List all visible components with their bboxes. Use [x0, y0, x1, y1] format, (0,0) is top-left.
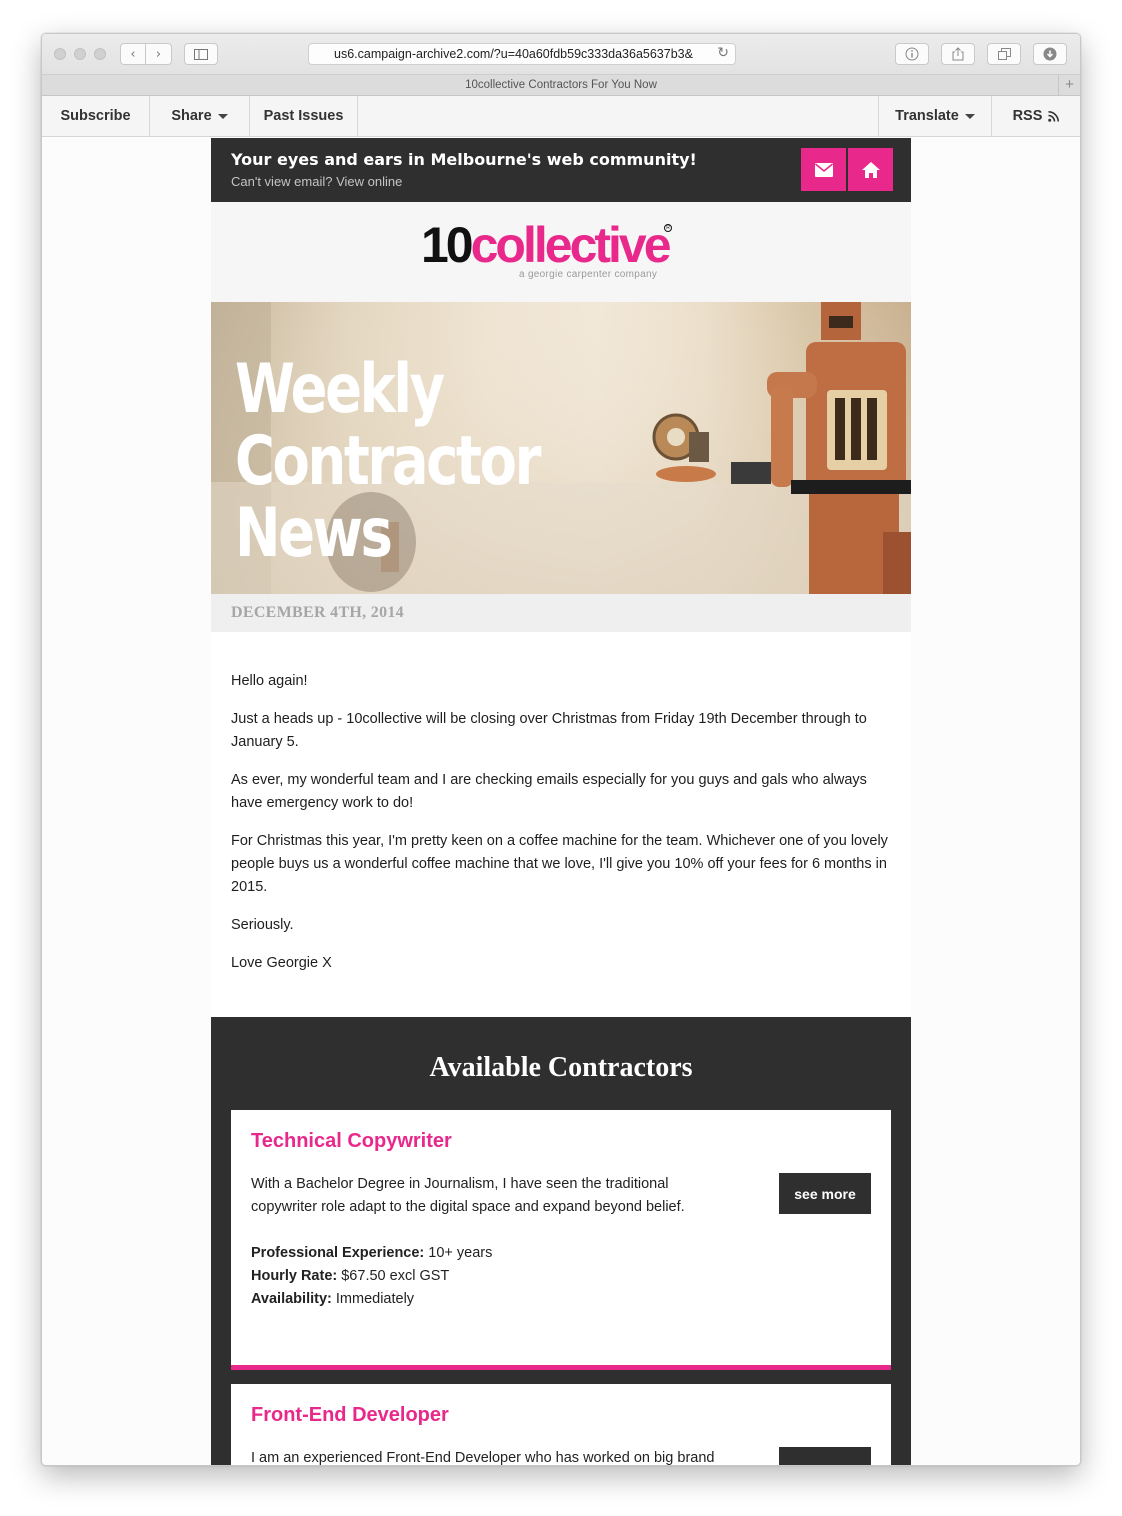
zoom-window-button[interactable] [94, 48, 106, 60]
contractors-section: Available Contractors Technical Copywrit… [211, 1017, 911, 1466]
logo-number: 10 [421, 217, 474, 273]
share-menu[interactable]: Share [150, 96, 250, 136]
url-text: us6.campaign-archive2.com/?u=40a60fdb59c… [334, 47, 693, 61]
date-band: DECEMBER 4TH, 2014 [211, 594, 911, 632]
reader-button[interactable] [895, 43, 929, 65]
home-button[interactable] [848, 148, 893, 191]
experience-label: Professional Experience: [251, 1245, 425, 1261]
download-icon [1043, 47, 1057, 61]
paragraph: Hello again! [231, 673, 308, 689]
availability-row: Availability: Immediately [251, 1288, 492, 1311]
contractor-card: Technical Copywriter With a Bachelor Deg… [231, 1110, 891, 1370]
see-more-button[interactable]: see more [779, 1173, 871, 1214]
sidebar-icon [194, 48, 208, 60]
envelope-icon [814, 162, 833, 177]
registered-mark-icon: R [664, 224, 672, 232]
new-tab-button[interactable]: + [1058, 75, 1080, 95]
email-header: Your eyes and ears in Melbourne's web co… [211, 138, 911, 202]
contractor-card: Front-End Developer I am an experienced … [231, 1384, 891, 1466]
downloads-button[interactable] [1033, 43, 1067, 65]
nav-spacer [358, 96, 879, 136]
share-label: Share [171, 108, 212, 124]
hero-title-line: News [235, 494, 393, 573]
brand-logo[interactable]: 10collective [421, 217, 672, 273]
rss-icon [1048, 110, 1060, 122]
experience-row: Professional Experience: 10+ years [251, 1242, 492, 1265]
card-title[interactable]: Front-End Developer [251, 1404, 449, 1427]
card-description: I am an experienced Front-End Developer … [251, 1450, 715, 1466]
close-window-button[interactable] [54, 48, 66, 60]
tab-bar: 10collective Contractors For You Now + [42, 74, 1080, 96]
info-icon [905, 47, 919, 61]
paragraph: Love Georgie X [231, 955, 332, 971]
translate-menu[interactable]: Translate [879, 96, 992, 136]
past-issues-label: Past Issues [263, 108, 344, 124]
rate-label: Hourly Rate: [251, 1268, 338, 1284]
chevron-left-icon: ‹ [130, 46, 136, 62]
availability-label: Availability: [251, 1291, 332, 1307]
hero-title-line: Weekly [235, 350, 445, 429]
home-icon [861, 161, 880, 178]
browser-window: ‹ › us6.campaign-archive2.com/?u=40a60fd… [41, 33, 1081, 1466]
view-online-link[interactable]: Can't view email? View online [231, 174, 402, 189]
logo-word: collective [470, 217, 672, 273]
share-icon [952, 47, 964, 61]
see-more-button[interactable]: see more [779, 1447, 871, 1465]
page-viewport: Your eyes and ears in Melbourne's web co… [42, 138, 1080, 1466]
rate-value: $67.50 excl GST [337, 1268, 450, 1284]
rate-row: Hourly Rate: $67.50 excl GST [251, 1265, 492, 1288]
section-heading: Available Contractors [429, 1052, 693, 1083]
availability-value: Immediately [331, 1291, 415, 1307]
card-title[interactable]: Technical Copywriter [251, 1130, 452, 1153]
title-bar: ‹ › us6.campaign-archive2.com/?u=40a60fd… [42, 34, 1080, 74]
intro-letter: Hello again! Just a heads up - 10collect… [231, 670, 896, 990]
issue-date: DECEMBER 4TH, 2014 [231, 604, 404, 621]
subscribe-label: Subscribe [60, 108, 131, 124]
card-description: With a Bachelor Degree in Journalism, I … [251, 1176, 685, 1215]
tabs-button[interactable] [987, 43, 1021, 65]
email-button[interactable] [801, 148, 846, 191]
logo-subtitle: a georgie carpenter company [519, 269, 658, 280]
rss-link[interactable]: RSS [992, 96, 1080, 136]
email-body: Your eyes and ears in Melbourne's web co… [211, 138, 911, 1466]
caret-down-icon [964, 113, 975, 119]
archive-nav: Subscribe Share Past Issues Translate RS… [42, 96, 1080, 137]
forward-button[interactable]: › [146, 43, 172, 65]
logo-banner: 10collective R a georgie carpenter compa… [211, 202, 911, 302]
address-bar[interactable]: us6.campaign-archive2.com/?u=40a60fdb59c… [308, 43, 736, 65]
experience-value: 10+ years [424, 1245, 493, 1261]
paragraph: For Christmas this year, I'm pretty keen… [231, 833, 888, 895]
tagline: Your eyes and ears in Melbourne's web co… [231, 150, 697, 169]
subscribe-link[interactable]: Subscribe [42, 96, 150, 136]
translate-label: Translate [895, 108, 959, 124]
rss-label: RSS [1012, 108, 1043, 124]
hero-title-line: Contractor [235, 422, 541, 501]
sidebar-button[interactable] [184, 43, 218, 65]
tabs-icon [997, 48, 1011, 60]
tab-title[interactable]: 10collective Contractors For You Now [465, 79, 657, 91]
share-button[interactable] [941, 43, 975, 65]
past-issues-link[interactable]: Past Issues [250, 96, 358, 136]
paragraph: Just a heads up - 10collective will be c… [231, 711, 867, 750]
hero-banner: Weekly Contractor News [211, 302, 911, 594]
reload-icon[interactable]: ↻ [717, 45, 729, 61]
chevron-right-icon: › [155, 46, 162, 62]
back-button[interactable]: ‹ [120, 43, 146, 65]
card-facts: Professional Experience: 10+ years Hourl… [251, 1242, 492, 1311]
paragraph: As ever, my wonderful team and I are che… [231, 772, 867, 811]
paragraph: Seriously. [231, 917, 294, 933]
caret-down-icon [217, 113, 228, 119]
minimize-window-button[interactable] [74, 48, 86, 60]
